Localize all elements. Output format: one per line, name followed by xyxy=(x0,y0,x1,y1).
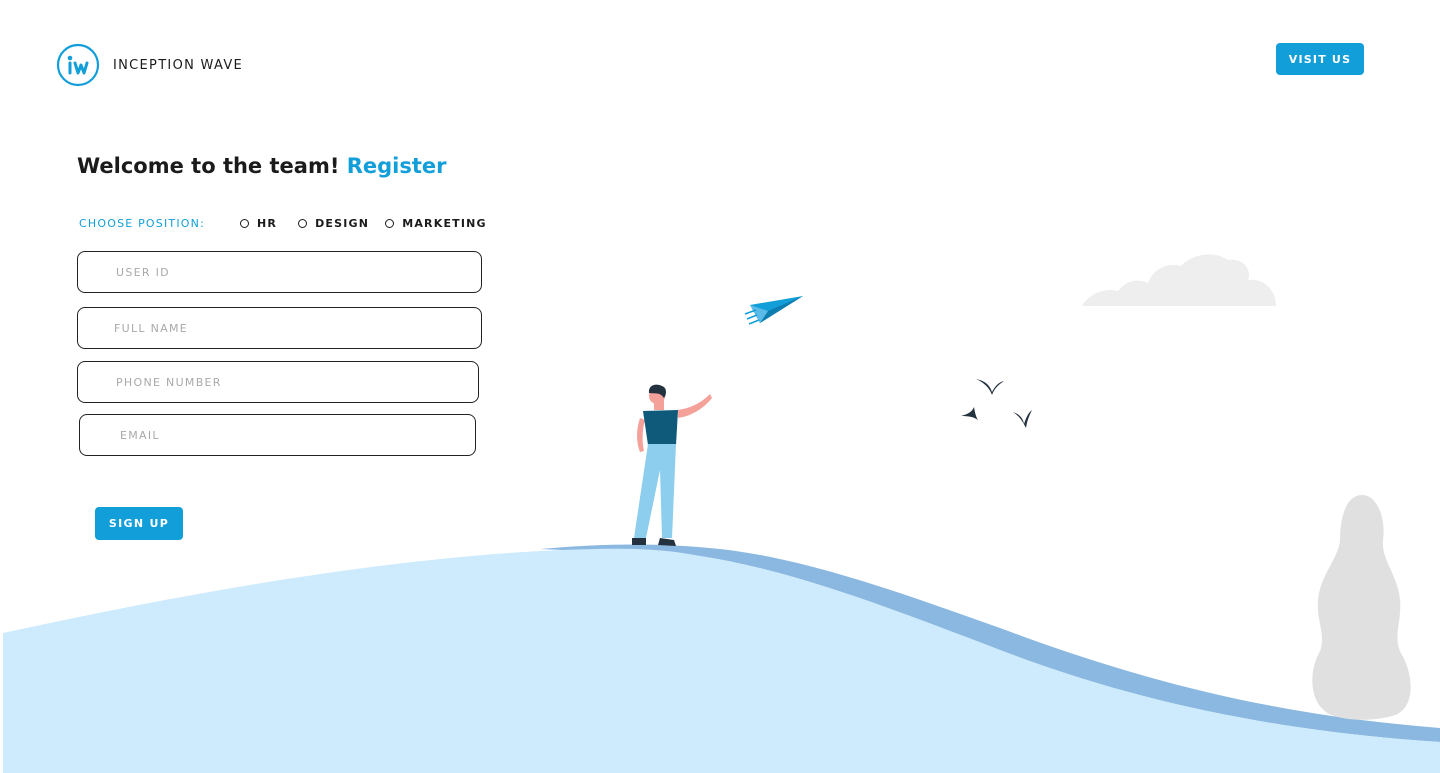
user-id-input[interactable] xyxy=(78,252,481,292)
full-name-input[interactable] xyxy=(78,308,481,348)
phone-field[interactable] xyxy=(77,361,479,403)
radio-design[interactable]: DESIGN xyxy=(298,217,369,230)
radio-marketing[interactable]: MARKETING xyxy=(385,217,487,230)
radio-hr-label: HR xyxy=(257,216,278,230)
page-title: Welcome to the team! Register xyxy=(77,154,447,178)
sign-up-button[interactable]: SIGN UP xyxy=(95,507,183,540)
position-label: CHOOSE POSITION: xyxy=(79,216,205,230)
hill xyxy=(3,548,1440,773)
user-id-field[interactable] xyxy=(77,251,482,293)
bird-icon xyxy=(961,379,1032,428)
brand-name: INCEPTION WAVE xyxy=(113,57,244,73)
register-text: Register xyxy=(346,154,447,178)
radio-circle-icon[interactable] xyxy=(298,218,308,228)
radio-hr[interactable]: HR xyxy=(240,217,277,230)
logo-icon xyxy=(56,43,100,87)
radio-design-label: DESIGN xyxy=(315,216,370,230)
phone-input[interactable] xyxy=(78,362,478,402)
paper-plane-icon xyxy=(744,296,803,325)
registration-page: INCEPTION WAVE VISIT US Welcome to the t… xyxy=(0,0,1440,773)
welcome-text: Welcome to the team! xyxy=(77,154,340,178)
brand-logo[interactable]: INCEPTION WAVE xyxy=(56,43,243,87)
radio-marketing-label: MARKETING xyxy=(402,216,487,230)
position-selector: CHOOSE POSITION: HR DESIGN MARKETING xyxy=(79,215,487,231)
person-figure xyxy=(632,384,712,546)
visit-us-button[interactable]: VISIT US xyxy=(1276,43,1364,75)
email-field[interactable] xyxy=(79,414,476,456)
cloud-icon xyxy=(1082,254,1276,306)
radio-circle-icon[interactable] xyxy=(240,218,249,228)
email-input[interactable] xyxy=(80,415,475,455)
full-name-field[interactable] xyxy=(77,307,482,349)
bush-icon xyxy=(1312,495,1411,720)
radio-circle-icon[interactable] xyxy=(385,218,395,228)
